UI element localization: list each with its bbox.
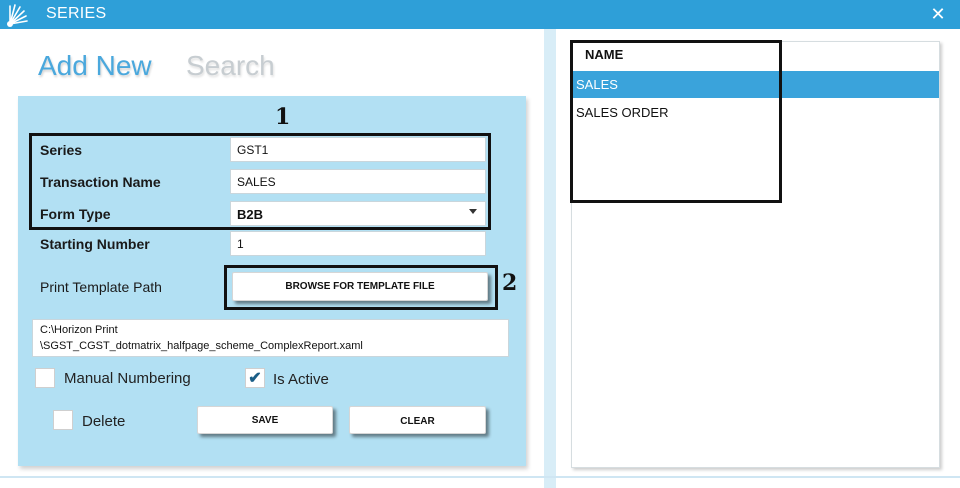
manual-numbering-label: Manual Numbering: [64, 370, 191, 387]
is-active-checkbox[interactable]: ✔: [245, 368, 265, 388]
delete-label: Delete: [82, 413, 126, 430]
starting-number-label: Starting Number: [40, 236, 150, 252]
annotation-marker-1: 1: [275, 104, 291, 130]
clear-button[interactable]: CLEAR: [349, 406, 486, 434]
tab-search[interactable]: Search: [186, 50, 275, 82]
highlight-box-2: [224, 265, 498, 310]
manual-numbering-checkbox[interactable]: [35, 368, 55, 388]
app-logo-icon: [4, 2, 30, 28]
save-button[interactable]: SAVE: [197, 406, 333, 434]
title-bar: SERIES ✕: [0, 0, 960, 29]
delete-checkbox[interactable]: [53, 410, 73, 430]
starting-number-input[interactable]: 1: [230, 231, 486, 256]
window-title: SERIES: [46, 5, 107, 22]
pane-divider: [544, 29, 556, 488]
highlight-box-list: [570, 40, 782, 203]
template-path-line-2: \SGST_CGST_dotmatrix_halfpage_scheme_Com…: [40, 340, 363, 352]
template-path-line-1: C:\Horizon Print: [40, 324, 118, 336]
starting-number-value: 1: [237, 237, 244, 251]
annotation-marker-2: 2: [502, 270, 518, 296]
is-active-label: Is Active: [273, 371, 329, 388]
checkmark-icon: ✔: [248, 370, 262, 387]
tab-add-new[interactable]: Add New: [38, 50, 152, 82]
print-template-path-label: Print Template Path: [40, 279, 162, 295]
bottom-border: [0, 476, 960, 478]
highlight-box-1: [29, 133, 491, 230]
close-icon[interactable]: ✕: [928, 3, 948, 25]
template-path-display: C:\Horizon Print \SGST_CGST_dotmatrix_ha…: [32, 319, 509, 357]
